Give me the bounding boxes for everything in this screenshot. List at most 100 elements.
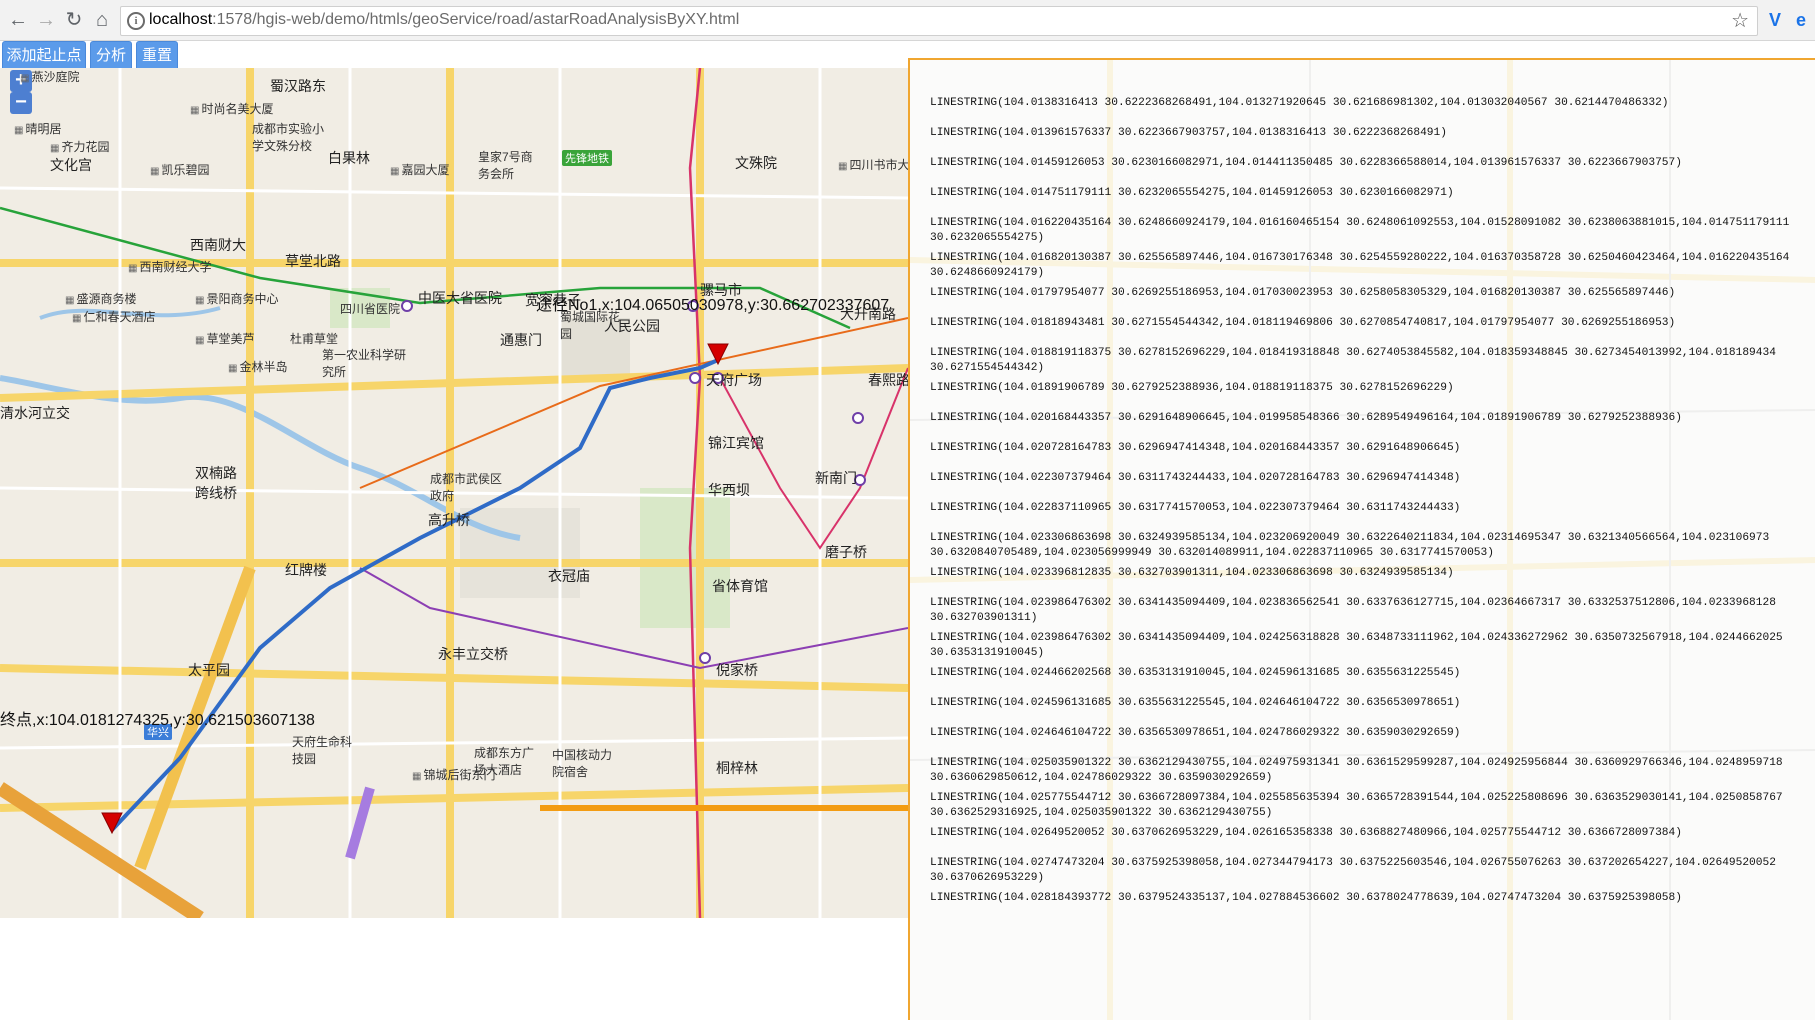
linestring-row: LINESTRING(104.020168443357 30.629164890… [930, 412, 1682, 424]
map-label: 晴明居 [14, 120, 61, 137]
linestring-row: LINESTRING(104.01891906789 30.6279252388… [930, 382, 1454, 394]
row-spacer [930, 711, 1810, 726]
arrow-right-icon[interactable]: → [34, 8, 58, 32]
linestring-row: LINESTRING(104.024646104722 30.635653097… [930, 727, 1461, 739]
linestring-row: LINESTRING(104.01459126053 30.6230166082… [930, 157, 1682, 169]
map-label: 天府广场 [706, 372, 762, 388]
map-label: 景阳商务中心 [195, 290, 278, 307]
row-spacer [930, 841, 1810, 856]
map-label: 清水河立交 [0, 405, 70, 421]
map-label: 蜀汉路东 [270, 78, 326, 94]
map-label: 白果林 [328, 150, 370, 166]
row-spacer [930, 456, 1810, 471]
linestring-row: LINESTRING(104.024596131685 30.635563122… [930, 697, 1461, 709]
map-label: 凯乐碧园 [150, 161, 209, 178]
map-label: 盛源商务楼 [65, 290, 136, 307]
row-spacer [930, 581, 1810, 596]
map-label: 时尚名美大厦 [190, 100, 273, 117]
row-spacer [930, 301, 1810, 316]
route-waypoint-label: 途径No1,x:104.06505030978,y:30.66270233760… [536, 297, 890, 314]
map-label: 齐力花园 [50, 138, 109, 155]
row-spacer [930, 681, 1810, 696]
linestring-row: LINESTRING(104.025035901322 30.636212943… [930, 757, 1783, 784]
map-label: 双楠路跨线桥 [195, 465, 237, 501]
map-label: 桐梓林 [716, 760, 758, 776]
map-label: 四川省医院 [340, 302, 401, 316]
linestring-row: LINESTRING(104.023986476302 30.634143509… [930, 632, 1783, 659]
row-spacer [930, 171, 1810, 186]
reload-icon[interactable]: ↻ [62, 8, 86, 32]
map-label: 太平园 [188, 662, 230, 678]
linestring-row: LINESTRING(104.022307379464 30.631174324… [930, 472, 1461, 484]
map-label: 仁和春天酒店 [72, 308, 155, 325]
map-label: 皇家7号商务会所 [478, 150, 533, 181]
map-label: 燕沙庭院 [20, 68, 79, 85]
map-label: 西南财大 [190, 237, 246, 253]
map-label: 金林半岛 [228, 358, 287, 375]
add-points-button[interactable]: 添加起止点 [2, 41, 86, 71]
map-label: 红牌楼 [285, 562, 327, 578]
address-bar[interactable]: i localhost:1578/hgis-web/demo/htmls/geo… [120, 6, 1758, 36]
map-label: 锦江宾馆 [708, 435, 764, 451]
star-icon[interactable]: ☆ [1731, 8, 1749, 33]
map-label: 磨子桥 [825, 544, 867, 560]
reset-button[interactable]: 重置 [136, 41, 178, 71]
map-label: 永丰立交桥 [438, 646, 508, 662]
map-label: 中医大省医院 [418, 290, 502, 306]
result-panel[interactable]: LINESTRING(104.0138316413 30.62223682684… [908, 58, 1815, 1020]
linestring-row: LINESTRING(104.013961576337 30.622366790… [930, 127, 1447, 139]
row-spacer [930, 331, 1810, 346]
linestring-row: LINESTRING(104.01818943481 30.6271554544… [930, 317, 1676, 329]
linestring-row: LINESTRING(104.025775544712 30.636672809… [930, 792, 1783, 819]
analyze-button[interactable]: 分析 [90, 41, 132, 71]
map-label: 新南门 [815, 470, 857, 486]
browser-toolbar: ← → ↻ ⌂ i localhost:1578/hgis-web/demo/h… [0, 0, 1815, 41]
map-label: 衣冠庙 [548, 568, 590, 584]
row-spacer [930, 396, 1810, 411]
linestring-row: LINESTRING(104.023396812835 30.632703901… [930, 567, 1454, 579]
extension-e-icon[interactable]: e [1790, 9, 1812, 31]
map-label: 华西坝 [708, 482, 750, 498]
extension-v-icon[interactable]: V [1764, 9, 1786, 31]
map-label: 锦城后街东门 [412, 766, 495, 783]
row-spacer [930, 426, 1810, 441]
linestring-list: LINESTRING(104.0138316413 30.62223682684… [930, 96, 1810, 921]
map-label: 通惠门 [500, 332, 542, 348]
map-label: 人民公园 [604, 318, 660, 334]
zoom-out-button[interactable]: − [10, 92, 32, 114]
linestring-row: LINESTRING(104.016220435164 30.624866092… [930, 217, 1790, 244]
map-label: 杜甫草堂 [290, 332, 339, 346]
linestring-row: LINESTRING(104.023306863698 30.632493958… [930, 532, 1770, 559]
route-end-label: 终点,x:104.0181274325,y:30.621503607138 [0, 712, 315, 729]
map-label: 草堂北路 [285, 253, 341, 269]
info-icon[interactable]: i [127, 12, 145, 30]
linestring-row: LINESTRING(104.028184393772 30.637952433… [930, 892, 1682, 904]
row-spacer [930, 201, 1810, 216]
home-icon[interactable]: ⌂ [90, 8, 114, 32]
linestring-row: LINESTRING(104.023986476302 30.634143509… [930, 597, 1776, 624]
map-label: 嘉园大厦 [390, 161, 449, 178]
map-label: 春熙路 [868, 372, 908, 388]
map-label: 第一农业科学研究所 [322, 348, 407, 379]
url-text[interactable]: localhost:1578/hgis-web/demo/htmls/geoSe… [149, 11, 739, 29]
row-spacer [930, 906, 1810, 921]
row-spacer [930, 741, 1810, 756]
row-spacer [930, 141, 1810, 156]
linestring-row: LINESTRING(104.018819118375 30.627815269… [930, 347, 1776, 374]
map-label: 成都市武侯区政府 [430, 472, 503, 503]
linestring-row: LINESTRING(104.020728164783 30.629694741… [930, 442, 1461, 454]
map-label: 西南财经大学 [128, 258, 211, 275]
map-label: 四川书市大楼 [838, 156, 908, 173]
linestring-row: LINESTRING(104.014751179111 30.623206555… [930, 187, 1454, 199]
row-spacer [930, 486, 1810, 501]
linestring-row: LINESTRING(104.022837110965 30.631774157… [930, 502, 1461, 514]
row-spacer [930, 111, 1810, 126]
map-label: 省体育馆 [712, 578, 768, 594]
map-canvas[interactable]: + − 燕沙庭院 蜀汉路东 时尚名美大厦 晴明居 齐力花园 成都市实验小学文殊分… [0, 68, 908, 918]
map-label: 倪家桥 [716, 662, 758, 678]
linestring-row: LINESTRING(104.02747473204 30.6375925398… [930, 857, 1776, 884]
map-label: 文殊院 [735, 155, 777, 171]
linestring-row: LINESTRING(104.02649520052 30.6370626953… [930, 827, 1682, 839]
map-label: 中国核动力院宿舍 [552, 748, 613, 779]
arrow-left-icon[interactable]: ← [6, 8, 30, 32]
